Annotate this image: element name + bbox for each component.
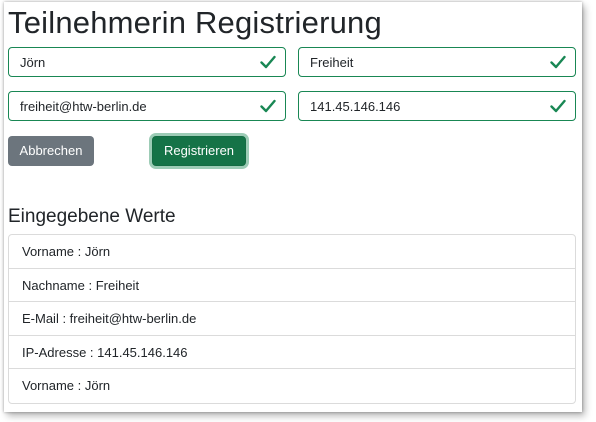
summary-list: Vorname : Jörn Nachname : Freiheit E-Mai… [8,234,576,404]
cancel-button[interactable]: Abbrechen [8,136,94,166]
list-item: Vorname : Jörn [9,235,575,269]
register-button[interactable]: Registrieren [152,136,246,166]
list-item: IP-Adresse : 141.45.146.146 [9,336,575,369]
list-item: Nachname : Freiheit [9,269,575,302]
ip-address-field[interactable]: 141.45.146.146 [298,91,576,121]
first-name-value: Jörn [20,55,46,70]
check-icon [260,55,276,69]
ip-address-value: 141.45.146.146 [310,99,401,114]
first-name-field[interactable]: Jörn [8,47,286,77]
page-title: Teilnehmerin Registrierung [8,5,382,40]
email-field[interactable]: freiheit@htw-berlin.de [8,91,286,121]
check-icon [550,55,566,69]
summary-title: Eingegebene Werte [8,206,176,227]
last-name-field[interactable]: Freiheit [298,47,576,77]
check-icon [550,99,566,113]
email-value: freiheit@htw-berlin.de [20,99,147,114]
list-item: E-Mail : freiheit@htw-berlin.de [9,302,575,336]
list-item: Vorname : Jörn [22,378,111,393]
check-icon [260,99,276,113]
last-name-value: Freiheit [310,55,354,70]
